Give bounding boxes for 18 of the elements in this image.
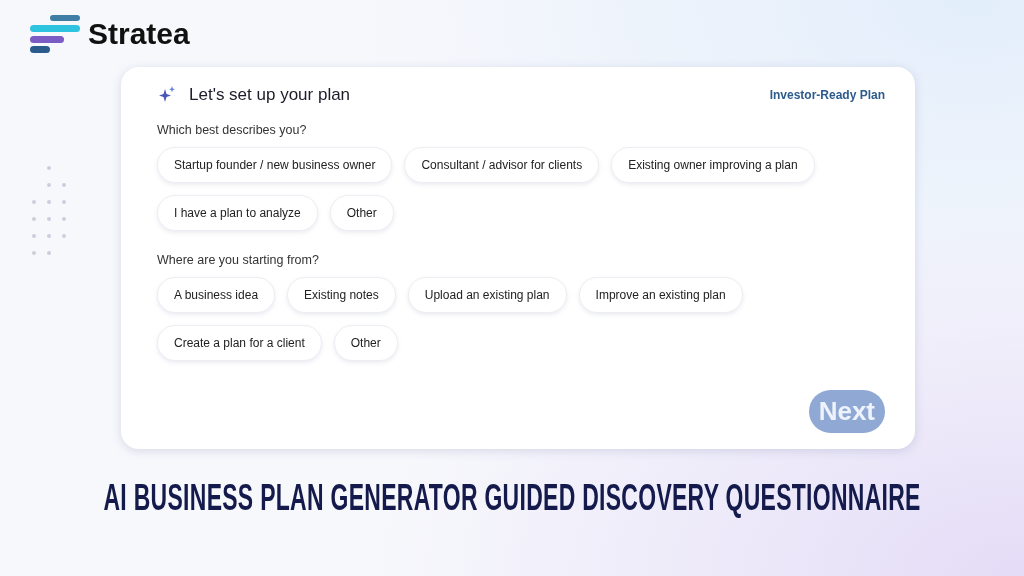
option-chip[interactable]: Other <box>333 325 398 361</box>
option-chip[interactable]: Existing owner improving a plan <box>611 147 815 183</box>
option-chip[interactable]: Existing notes <box>287 277 396 313</box>
question-label: Where are you starting from? <box>157 253 320 267</box>
option-chip[interactable]: I have a plan to analyze <box>157 195 318 231</box>
option-chip[interactable]: Improve an existing plan <box>578 277 743 313</box>
card-title: Let's set up your plan <box>189 85 351 105</box>
headline: AI BUSINESS PLAN GENERATOR GUIDED DISCOVERY QUESTIONNAIRE <box>103 477 921 519</box>
option-chip[interactable]: Upload an existing plan <box>407 277 567 313</box>
option-chip[interactable]: Other <box>329 195 394 231</box>
question-label: Which best describes you? <box>157 123 308 137</box>
logo-icon <box>30 15 80 53</box>
option-chip[interactable]: Consultant / advisor for clients <box>404 147 600 183</box>
plan-type-label: Investor-Ready Plan <box>769 88 885 102</box>
option-chip[interactable]: A business idea <box>157 277 276 313</box>
option-chip[interactable]: Startup founder / new business owner <box>157 147 393 183</box>
option-chip[interactable]: Create a plan for a client <box>157 325 322 361</box>
brand-name: Stratea <box>88 17 190 51</box>
